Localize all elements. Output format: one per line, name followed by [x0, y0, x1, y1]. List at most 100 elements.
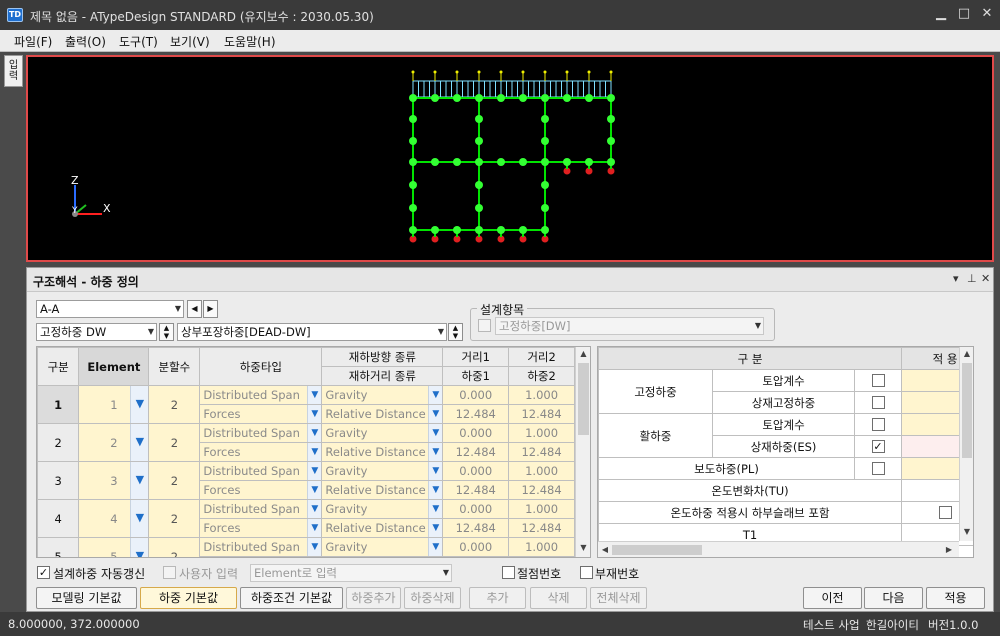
element-cell[interactable]: 2 ▼ — [78, 423, 150, 462]
maximize-icon[interactable]: □ — [957, 7, 971, 21]
direction-dropdown-icon[interactable]: ▼ — [428, 538, 442, 556]
scroll-down-icon[interactable]: ▼ — [960, 527, 973, 536]
direction-dropdown-icon[interactable]: ▼ — [428, 500, 442, 518]
load2-cell[interactable]: 12.484 — [508, 404, 575, 424]
distance1-cell[interactable]: 0.000 — [442, 537, 510, 557]
distance-type-dropdown-icon[interactable]: ▼ — [428, 557, 442, 558]
scroll-thumb[interactable] — [612, 545, 702, 555]
load-type-combo[interactable]: 고정하중 DW ▼ — [36, 323, 157, 341]
row-number[interactable]: 5 — [37, 537, 80, 557]
load-type-cell[interactable]: Distributed Span ▼ — [199, 461, 323, 481]
distance1-cell[interactable]: 0.000 — [442, 499, 510, 519]
panel-close-icon[interactable]: ✕ — [981, 272, 990, 285]
load2-cell[interactable]: 12.484 — [508, 480, 575, 500]
scroll-left-icon[interactable]: ◀ — [600, 545, 610, 554]
user-input-checkbox[interactable] — [163, 566, 176, 579]
panel-pin-icon[interactable]: ⊥ — [967, 272, 977, 285]
distance1-cell[interactable]: 0.000 — [442, 423, 510, 443]
distance-type-cell[interactable]: Relative Distance ▼ — [321, 518, 444, 538]
scroll-thumb[interactable] — [578, 363, 589, 435]
divisions-cell[interactable]: 2 — [148, 499, 201, 538]
direction-dropdown-icon[interactable]: ▼ — [428, 386, 442, 404]
member-number-checkbox[interactable] — [580, 566, 593, 579]
prev-button[interactable]: 이전 — [803, 587, 862, 609]
coef-lower-slab-checkbox[interactable] — [938, 506, 952, 519]
element-input-combo[interactable]: Element로 입력 ▼ — [250, 564, 452, 582]
element-cell[interactable]: 5 ▼ — [78, 537, 150, 557]
row-number[interactable]: 4 — [37, 499, 80, 538]
direction-cell[interactable]: Gravity ▼ — [321, 385, 444, 405]
load-type-dropdown-icon[interactable]: ▼ — [307, 424, 321, 442]
element-cell[interactable]: 3 ▼ — [78, 461, 150, 500]
element-dropdown-icon[interactable]: ▼ — [130, 538, 148, 557]
design-item-combo[interactable]: 고정하중[DW] ▼ — [495, 317, 764, 335]
load-sub-type-cell[interactable]: Forces ▼ — [199, 442, 323, 462]
load-sub-type-cell[interactable]: Forces ▼ — [199, 404, 323, 424]
input-side-tab[interactable]: 입력 — [4, 55, 23, 87]
distance2-cell[interactable]: 1.000 — [508, 423, 575, 443]
load-sub-type-cell[interactable]: ▼ — [199, 556, 323, 558]
distance-type-cell[interactable]: Relative Distance ▼ — [321, 404, 444, 424]
distance2-cell[interactable]: 1.000 — [508, 461, 575, 481]
load-type-dropdown-icon[interactable]: ▼ — [307, 462, 321, 480]
load-sub-type-dropdown-icon[interactable]: ▼ — [307, 557, 321, 558]
table-row[interactable]: 5 5 ▼ 2 Distributed Span ▼ Gravity ▼ 0.000 1.000 — [37, 537, 575, 557]
load-sub-type-dropdown-icon[interactable]: ▼ — [307, 405, 321, 423]
load-sub-type-dropdown-icon[interactable]: ▼ — [307, 519, 321, 537]
divisions-cell[interactable]: 2 — [148, 537, 201, 557]
load2-cell[interactable]: 12.484 — [508, 518, 575, 538]
load-default-button[interactable]: 하중 기본값 — [140, 587, 237, 609]
row-number[interactable]: 2 — [37, 423, 80, 462]
modeling-default-button[interactable]: 모델링 기본값 — [36, 587, 137, 609]
load1-cell[interactable]: 12.484 — [442, 518, 510, 538]
load-type-spin-button[interactable]: ▲ ▼ — [159, 323, 174, 341]
distance-type-dropdown-icon[interactable]: ▼ — [428, 443, 442, 461]
divisions-cell[interactable]: 2 — [148, 385, 201, 424]
load-sub-type-cell[interactable]: Forces ▼ — [199, 480, 323, 500]
load-name-spin-button[interactable]: ▲ ▼ — [448, 323, 463, 341]
distance-type-cell[interactable]: Relative Distance ▼ — [321, 480, 444, 500]
load1-cell[interactable]: 12.484 — [442, 404, 510, 424]
scroll-right-icon[interactable]: ▶ — [944, 545, 954, 554]
direction-cell[interactable]: Gravity ▼ — [321, 461, 444, 481]
distance-type-dropdown-icon[interactable]: ▼ — [428, 519, 442, 537]
direction-cell[interactable]: Gravity ▼ — [321, 499, 444, 519]
load-case-default-button[interactable]: 하중조건 기본값 — [240, 587, 343, 609]
distance1-cell[interactable]: 0.000 — [442, 461, 510, 481]
menu-file[interactable]: 파일(F) — [14, 33, 52, 50]
prev-section-button[interactable]: ◀ — [187, 300, 202, 318]
distance-type-dropdown-icon[interactable]: ▼ — [428, 405, 442, 423]
load-type-dropdown-icon[interactable]: ▼ — [307, 500, 321, 518]
menu-help[interactable]: 도움말(H) — [224, 33, 276, 50]
scroll-thumb[interactable] — [962, 363, 972, 458]
load-table-scrollbar[interactable]: ▲ ▼ — [575, 347, 590, 557]
distance1-cell[interactable]: 0.000 — [442, 385, 510, 405]
menu-tools[interactable]: 도구(T) — [119, 33, 158, 50]
direction-cell[interactable]: Gravity ▼ — [321, 537, 444, 557]
direction-cell[interactable]: Gravity ▼ — [321, 423, 444, 443]
load-type-cell[interactable]: Distributed Span ▼ — [199, 537, 323, 557]
row-number[interactable]: 3 — [37, 461, 80, 500]
element-cell[interactable]: 1 ▼ — [78, 385, 150, 424]
minimize-icon[interactable]: ▁ — [934, 7, 948, 21]
distance2-cell[interactable]: 1.000 — [508, 385, 575, 405]
load-type-dropdown-icon[interactable]: ▼ — [307, 538, 321, 556]
coef-super-live-checkbox[interactable]: ✓ — [871, 440, 885, 453]
next-button[interactable]: 다음 — [864, 587, 923, 609]
direction-dropdown-icon[interactable]: ▼ — [428, 424, 442, 442]
delete-all-button[interactable]: 전체삭제 — [590, 587, 647, 609]
auto-update-checkbox[interactable]: ✓ — [37, 566, 50, 579]
load-sub-type-dropdown-icon[interactable]: ▼ — [307, 443, 321, 461]
distance-type-dropdown-icon[interactable]: ▼ — [428, 481, 442, 499]
load2-cell[interactable]: 12.484 — [508, 442, 575, 462]
coef-vertical-scrollbar[interactable]: ▲ ▼ — [959, 347, 973, 541]
next-section-button[interactable]: ▶ — [203, 300, 218, 318]
direction-dropdown-icon[interactable]: ▼ — [428, 462, 442, 480]
section-combo[interactable]: A-A ▼ — [36, 300, 184, 318]
load-type-cell[interactable]: Distributed Span ▼ — [199, 499, 323, 519]
design-item-checkbox[interactable] — [478, 319, 491, 332]
distance-type-cell[interactable]: Relative Distance ▼ — [321, 442, 444, 462]
load-name-combo[interactable]: 상부포장하중[DEAD-DW] ▼ — [177, 323, 447, 341]
element-dropdown-icon[interactable]: ▼ — [130, 424, 148, 461]
load1-cell[interactable] — [442, 556, 510, 557]
